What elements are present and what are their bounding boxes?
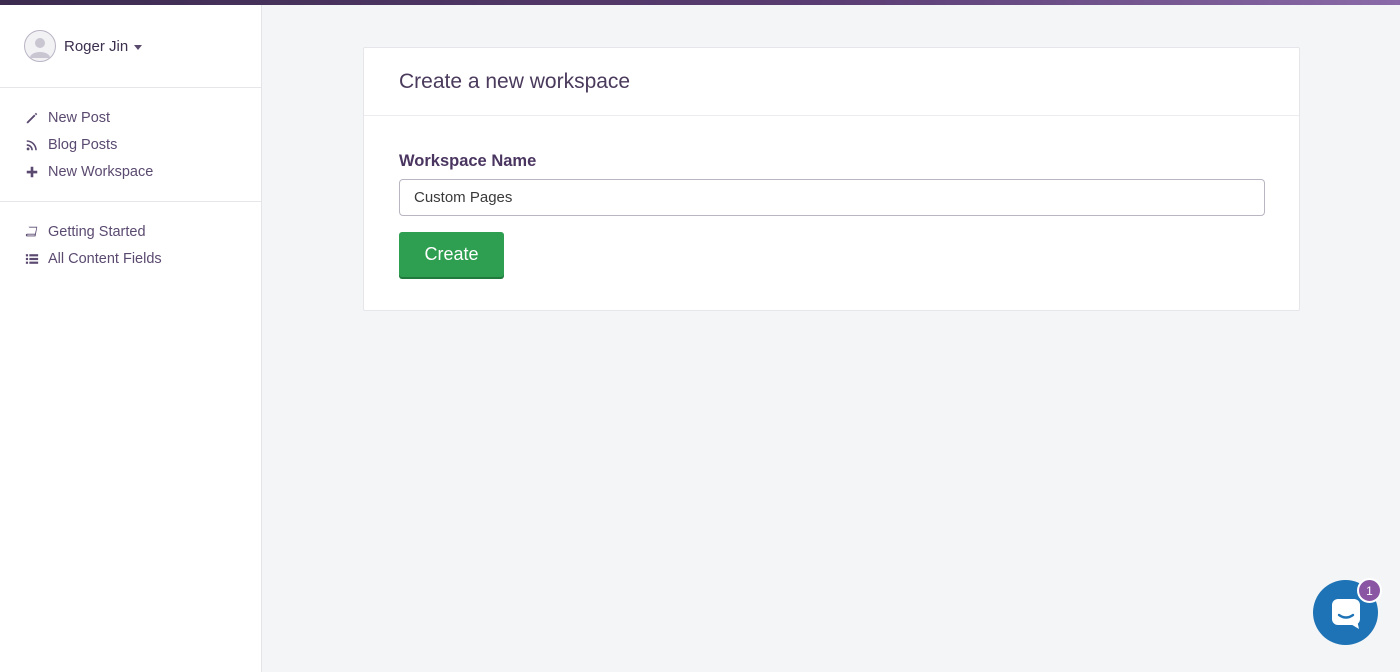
- rss-icon: [24, 137, 40, 153]
- chat-notification-badge: 1: [1357, 578, 1382, 603]
- plus-icon: [24, 164, 40, 180]
- page-title: Create a new workspace: [399, 69, 631, 93]
- card-body: Workspace Name Create: [364, 116, 1299, 277]
- sidebar: Roger Jin New Post Blog Posts New Worksp…: [0, 5, 262, 672]
- create-workspace-card: Create a new workspace Workspace Name Cr…: [363, 47, 1300, 311]
- nav-item-all-content-fields[interactable]: All Content Fields: [24, 245, 261, 272]
- nav-item-label: Getting Started: [48, 223, 146, 240]
- nav-item-new-post[interactable]: New Post: [24, 104, 261, 131]
- list-icon: [24, 251, 40, 267]
- nav-item-getting-started[interactable]: Getting Started: [24, 218, 261, 245]
- book-icon: [24, 224, 40, 240]
- create-button[interactable]: Create: [399, 232, 504, 277]
- pencil-icon: [24, 110, 40, 126]
- nav-secondary: Getting Started All Content Fields: [0, 202, 261, 288]
- user-menu[interactable]: Roger Jin: [0, 5, 261, 88]
- nav-item-label: All Content Fields: [48, 250, 162, 267]
- caret-down-icon: [134, 44, 143, 50]
- nav-item-label: Blog Posts: [48, 136, 118, 153]
- chat-icon: [1331, 598, 1360, 629]
- card-header: Create a new workspace: [364, 48, 1299, 116]
- workspace-name-input[interactable]: [399, 179, 1265, 216]
- nav-item-blog-posts[interactable]: Blog Posts: [24, 131, 261, 158]
- nav-item-new-workspace[interactable]: New Workspace: [24, 158, 261, 185]
- nav-item-label: New Workspace: [48, 163, 154, 180]
- user-name: Roger Jin: [64, 37, 129, 55]
- nav-primary: New Post Blog Posts New Workspace: [0, 88, 261, 202]
- avatar-icon: [24, 30, 56, 62]
- workspace-name-label: Workspace Name: [399, 152, 537, 170]
- nav-item-label: New Post: [48, 109, 111, 126]
